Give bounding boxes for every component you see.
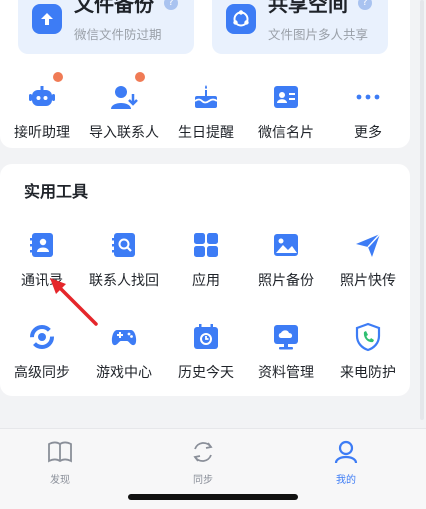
tool-data-management[interactable]: 资料管理 [246,320,326,382]
share-space-card[interactable]: 共享空间 ? 文件图片多人共享 [212,0,388,54]
quick-action-label: 导入联系人 [89,125,159,141]
notification-dot [135,72,145,82]
book-icon [47,439,73,465]
gamepad-icon [107,320,141,354]
user-icon [333,439,359,465]
quick-action-wechat-card[interactable]: 微信名片 [246,80,326,142]
share-icon [226,4,256,34]
tab-label: 我的 [336,475,356,486]
contacts-icon [25,228,59,262]
quick-action-label: 微信名片 [258,125,314,141]
quick-action-import-contacts[interactable]: 导入联系人 [84,72,164,142]
quick-action-more[interactable]: 更多 [328,80,408,142]
tab-sync[interactable]: 同步 [173,439,233,486]
share-space-subtitle: 文件图片多人共享 [268,27,369,42]
help-icon[interactable]: ? [358,0,372,10]
tool-photo-send[interactable]: 照片快传 [328,228,408,290]
quick-action-label: 更多 [354,125,382,141]
tab-label: 发现 [50,475,70,486]
cloud-data-icon [269,320,303,354]
phone-shield-icon [351,320,385,354]
notification-dot [53,72,63,82]
file-backup-subtitle: 微信文件防过期 [74,27,162,42]
file-backup-card[interactable]: 文件备份 ? 微信文件防过期 [18,0,194,54]
share-space-title: 共享空间 [268,0,348,16]
photo-send-icon [351,228,385,262]
top-card: 文件备份 ? 微信文件防过期 共享空间 ? 文件图片多人共享 接听助理 导入联系… [0,0,410,148]
tool-label: 照片快传 [340,273,396,289]
cake-icon [189,80,223,114]
file-backup-title: 文件备份 [74,0,154,16]
tool-history-today[interactable]: 历史今天 [166,320,246,382]
tool-label: 应用 [192,273,220,289]
tool-label: 照片备份 [258,273,314,289]
calendar-icon [189,320,223,354]
tool-label: 游戏中心 [96,365,152,381]
more-icon [351,80,385,114]
card-icon [269,80,303,114]
import-contact-icon [107,72,145,114]
sync-tab-icon [190,439,216,465]
quick-action-label: 生日提醒 [178,125,234,141]
scrollbar[interactable] [420,0,424,420]
photo-backup-icon [269,228,303,262]
red-arrow-annotation [50,278,98,326]
apps-icon [189,228,223,262]
tool-label: 资料管理 [258,365,314,381]
quick-action-birthday[interactable]: 生日提醒 [166,80,246,142]
tool-call-protection[interactable]: 来电防护 [328,320,408,382]
tool-label: 历史今天 [178,365,234,381]
quick-action-answer-assistant[interactable]: 接听助理 [2,72,82,142]
tab-discover[interactable]: 发现 [30,439,90,486]
tool-apps[interactable]: 应用 [166,228,246,290]
help-icon[interactable]: ? [164,0,178,10]
tab-mine[interactable]: 我的 [316,439,376,486]
upload-icon [32,4,62,34]
contact-recover-icon [107,228,141,262]
quick-action-label: 接听助理 [14,125,70,141]
section-title: 实用工具 [24,182,89,201]
tab-label: 同步 [193,475,213,486]
robot-icon [25,72,63,114]
home-indicator [128,494,298,500]
tool-label: 来电防护 [340,365,396,381]
tool-label: 高级同步 [14,365,70,381]
tool-photo-backup[interactable]: 照片备份 [246,228,326,290]
